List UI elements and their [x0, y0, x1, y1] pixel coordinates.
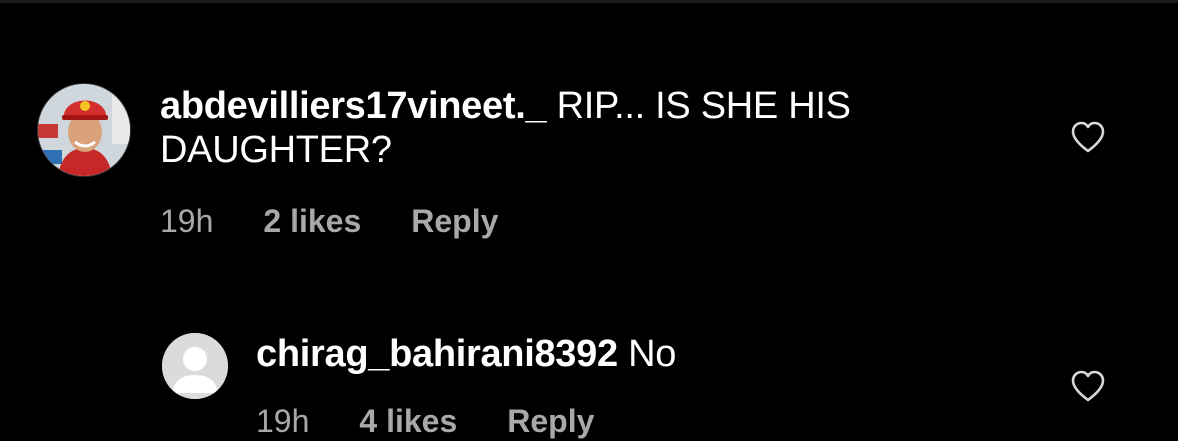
comment-username[interactable]: abdevilliers17vineet._ [160, 85, 547, 127]
reply-button[interactable]: Reply [411, 201, 498, 241]
comment-username[interactable]: chirag_bahirani8392 [256, 333, 618, 375]
comment-timestamp[interactable]: 19h [256, 401, 309, 441]
default-avatar-icon[interactable] [162, 333, 228, 399]
comment-likes-count[interactable]: 4 likes [359, 401, 457, 441]
heart-icon[interactable] [1070, 369, 1106, 403]
comment-body: No [628, 333, 677, 375]
reply-button[interactable]: Reply [507, 401, 594, 441]
comment-timestamp[interactable]: 19h [160, 201, 213, 241]
comment-item: abdevilliers17vineet._ RIP... IS SHE HIS… [0, 0, 1178, 260]
comment-meta: 19h 2 likes Reply [160, 201, 498, 241]
comment-text-block: chirag_bahirani8392 No [256, 332, 1056, 376]
heart-icon[interactable] [1070, 120, 1106, 154]
profile-photo [38, 84, 130, 176]
comment-meta: 19h 4 likes Reply [256, 401, 594, 441]
avatar[interactable] [37, 83, 131, 177]
comment-item: chirag_bahirani8392 No 19h 4 likes Reply [0, 300, 1178, 440]
comment-text-block: abdevilliers17vineet._ RIP... IS SHE HIS… [160, 84, 1020, 172]
comment-likes-count[interactable]: 2 likes [263, 201, 361, 241]
